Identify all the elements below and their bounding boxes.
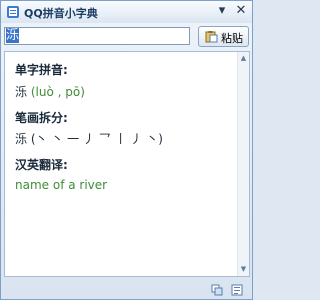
title-bar[interactable]: QQ拼音小字典 ▾ ✕ bbox=[1, 1, 252, 23]
translation-value: name of a river bbox=[15, 178, 108, 192]
strokes-heading: 笔画拆分: bbox=[15, 111, 68, 125]
strokes-line: 泺 (丶 丶 一 丿 乛 丨 丿 丶) bbox=[15, 130, 163, 147]
pinyin-character: 泺 bbox=[15, 85, 28, 99]
paste-button[interactable]: 粘贴 bbox=[198, 26, 249, 47]
window-title: QQ拼音小字典 bbox=[24, 7, 98, 20]
vertical-scrollbar[interactable]: ▲ ▼ bbox=[237, 52, 249, 276]
pinyin-line: 泺 (luò , pō) bbox=[15, 83, 85, 100]
search-input-value: 泺 bbox=[6, 28, 20, 43]
pinyin-value: (luò , pō) bbox=[30, 85, 85, 99]
minimize-button[interactable]: ▾ bbox=[214, 3, 230, 19]
dictionary-icon bbox=[7, 6, 19, 18]
scroll-up-arrow-icon[interactable]: ▲ bbox=[239, 54, 248, 63]
search-input[interactable]: 泺 bbox=[4, 27, 190, 45]
strokes-character: 泺 bbox=[15, 132, 28, 146]
dictionary-window: QQ拼音小字典 ▾ ✕ 泺 粘贴 单字拼音: 泺 (luò , pō) 笔画拆分… bbox=[0, 0, 253, 300]
list-icon[interactable] bbox=[231, 284, 243, 296]
paste-label: 粘贴 bbox=[221, 32, 243, 45]
close-button[interactable]: ✕ bbox=[233, 3, 249, 19]
scroll-down-arrow-icon[interactable]: ▼ bbox=[239, 265, 248, 274]
status-bar bbox=[1, 281, 252, 299]
definition-panel: 单字拼音: 泺 (luò , pō) 笔画拆分: 泺 (丶 丶 一 丿 乛 丨 … bbox=[4, 51, 250, 277]
translation-heading: 汉英翻译: bbox=[15, 158, 68, 172]
clipboard-icon bbox=[205, 31, 218, 43]
pinyin-heading: 单字拼音: bbox=[15, 63, 68, 77]
copy-icon[interactable] bbox=[211, 284, 223, 296]
strokes-value: (丶 丶 一 丿 乛 丨 丿 丶) bbox=[30, 132, 163, 146]
